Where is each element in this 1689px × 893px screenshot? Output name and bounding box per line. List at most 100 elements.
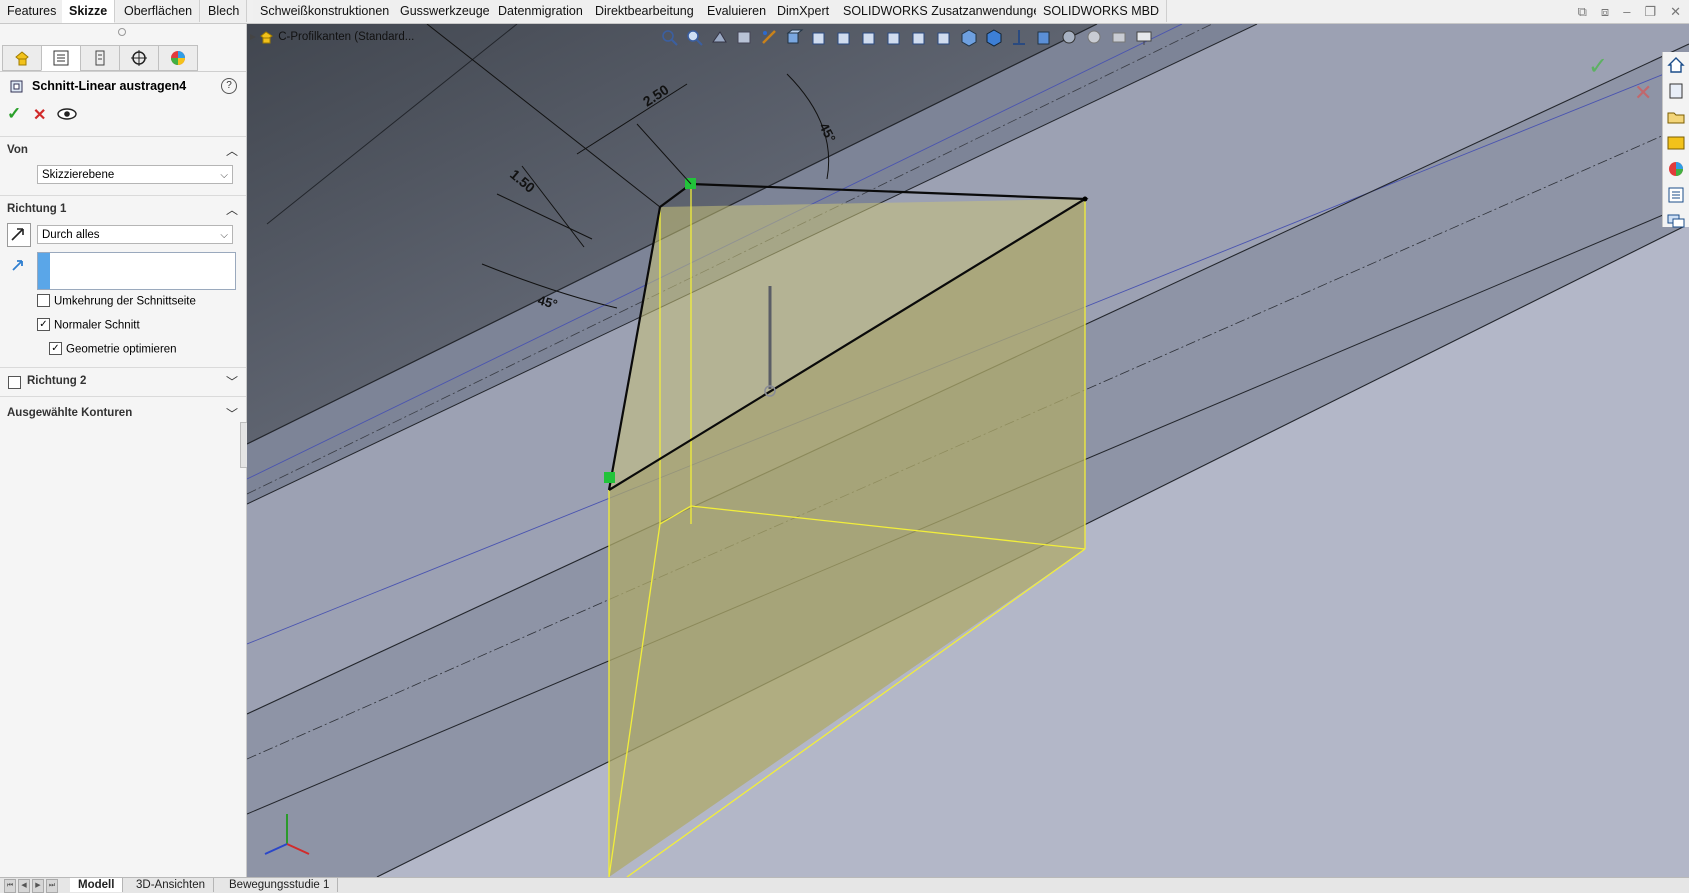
ok-check-icon[interactable]: ✓ [7,104,21,124]
hide-show-items-icon[interactable] [1060,28,1079,47]
right-view-icon[interactable] [885,28,904,47]
appearances-icon[interactable] [1666,159,1686,179]
flip-side-checkbox[interactable] [37,294,50,307]
first-tab-arrow-icon[interactable]: ⏮ [4,879,16,893]
section-contours-header[interactable]: Ausgewählte Konturen ﹀ [0,403,246,425]
next-tab-arrow-icon[interactable]: ▶ [32,879,44,893]
tab-solidworks-mbd[interactable]: SOLIDWORKS MBD [1036,0,1167,22]
last-tab-arrow-icon[interactable]: ⏭ [46,879,58,893]
tile-icon[interactable]: ⧈ [1601,4,1609,20]
front-view-icon[interactable] [810,28,829,47]
apply-scene-icon[interactable] [1110,28,1129,47]
close-icon[interactable]: ✕ [1670,4,1681,20]
configurationmanager-tab[interactable] [80,45,120,71]
feature-tree-flyout[interactable]: ▸ C-Profilkanten (Standard... [250,29,414,47]
chevron-down-icon: ⌵ [220,230,228,241]
normal-cut-checkbox[interactable]: ✓ [37,318,50,331]
forum-icon[interactable] [1666,211,1686,231]
section-view-icon[interactable] [735,28,754,47]
confirm-row: ✓ ✕ [7,104,107,124]
top-view-icon[interactable] [910,28,929,47]
tab-modell[interactable]: Modell [70,878,124,892]
normal-to-icon[interactable] [1010,28,1029,47]
zoom-area-icon[interactable] [685,28,704,47]
chevron-up-icon[interactable]: ︿ [226,201,238,218]
heads-up-view-toolbar [660,28,1154,50]
file-explorer-icon[interactable] [1666,107,1686,127]
left-view-icon[interactable] [860,28,879,47]
display-style-icon[interactable] [1035,28,1054,47]
propertymanager-tab[interactable] [41,45,81,71]
tab-schweisskonstruktionen[interactable]: Schweißkonstruktionen [253,0,398,22]
tab-features[interactable]: Features [0,0,65,22]
isometric-view-icon[interactable] [960,28,979,47]
flip-side-checkbox-row[interactable]: Umkehrung der Schnittseite [37,294,196,311]
tab-gusswerkzeuge[interactable]: Gusswerkzeuge [393,0,498,22]
end-condition-value: Durch alles [42,229,100,241]
section-von-label: Von [7,144,28,156]
reverse-direction-button[interactable] [7,223,31,247]
design-library-icon[interactable] [1666,81,1686,101]
featuremanager-icon [15,51,29,66]
tab-blech[interactable]: Blech [201,0,248,22]
tab-evaluieren[interactable]: Evaluieren [700,0,775,22]
separator [0,136,246,137]
maximize-icon[interactable]: ❐ [1644,4,1656,20]
view-orientation-icon[interactable] [785,28,804,47]
dimxpertmanager-tab[interactable] [119,45,159,71]
von-start-condition-select[interactable]: Skizzierebene ⌵ [37,165,233,184]
confirm-cancel-icon[interactable]: ✕ [1634,80,1652,106]
edit-appearance-icon[interactable] [1085,28,1104,47]
shaded-view-icon[interactable] [985,28,1004,47]
separator [0,195,246,196]
minimize-icon[interactable]: – [1623,4,1630,20]
displaymanager-tab[interactable] [158,45,198,71]
normal-cut-checkbox-row[interactable]: ✓ Normaler Schnitt [37,318,140,335]
direction-selection-box[interactable] [37,252,236,290]
help-icon[interactable]: ? [221,78,237,94]
richtung2-checkbox[interactable] [8,376,21,389]
back-view-icon[interactable] [835,28,854,47]
zoom-to-fit-icon[interactable] [660,28,679,47]
sketch-point[interactable] [1082,196,1088,202]
chevron-up-icon[interactable]: ︿ [226,142,238,159]
part-icon [260,31,273,44]
section-richtung1-header[interactable]: Richtung 1 ︿ [0,199,246,221]
custom-properties-icon[interactable] [1666,185,1686,205]
bottom-view-icon[interactable] [935,28,954,47]
expand-arrow-icon[interactable]: ▸ [250,31,256,43]
view-palette-icon[interactable] [1666,133,1686,153]
sketch-point-bottom[interactable] [604,472,615,483]
end-condition-select[interactable]: Durch alles ⌵ [37,225,233,244]
chevron-down-icon[interactable]: ﹀ [226,405,238,422]
panel-grip-handle[interactable] [118,28,126,36]
view-settings-icon[interactable] [1135,28,1154,47]
configurationmanager-icon [95,50,105,66]
section-richtung1-label: Richtung 1 [7,203,67,215]
restore-view-icon[interactable]: ⧉ [1578,4,1587,20]
featuremanager-tab[interactable] [2,45,42,71]
tab-datenmigration[interactable]: Datenmigration [491,0,591,22]
optimize-geometry-checkbox[interactable]: ✓ [49,342,62,355]
confirm-ok-icon[interactable]: ✓ [1588,52,1608,81]
tab-dimxpert[interactable]: DimXpert [770,0,838,22]
separator [0,367,246,368]
tab-solidworks-addins[interactable]: SOLIDWORKS Zusatzanwendungen [836,0,1056,22]
prev-tab-arrow-icon[interactable]: ◀ [18,879,30,893]
section-richtung2-header[interactable]: Richtung 2 ﹀ [0,371,246,393]
dynamic-annotation-icon[interactable] [760,28,779,47]
chevron-down-icon[interactable]: ﹀ [226,373,238,390]
tab-skizze[interactable]: Skizze [62,0,116,23]
previous-view-icon[interactable] [710,28,729,47]
section-von-header[interactable]: Von ︿ [0,140,246,162]
tab-oberflaechen[interactable]: Oberflächen [117,0,201,22]
preview-eye-icon[interactable] [57,107,77,121]
model-view[interactable]: 2.50 1.50 45° 45° [247,24,1689,877]
optimize-geometry-checkbox-row[interactable]: ✓ Geometrie optimieren [49,342,177,359]
tab-direktbearbeitung[interactable]: Direktbearbeitung [588,0,702,22]
tab-bewegungsstudie-1[interactable]: Bewegungsstudie 1 [221,878,339,892]
graphics-area[interactable]: 2.50 1.50 45° 45° ▸ C-Profilkanten (Stan… [247,24,1689,877]
tab-3d-ansichten[interactable]: 3D-Ansichten [128,878,215,892]
cancel-x-icon[interactable]: ✕ [33,105,46,125]
home-icon[interactable] [1666,55,1686,75]
